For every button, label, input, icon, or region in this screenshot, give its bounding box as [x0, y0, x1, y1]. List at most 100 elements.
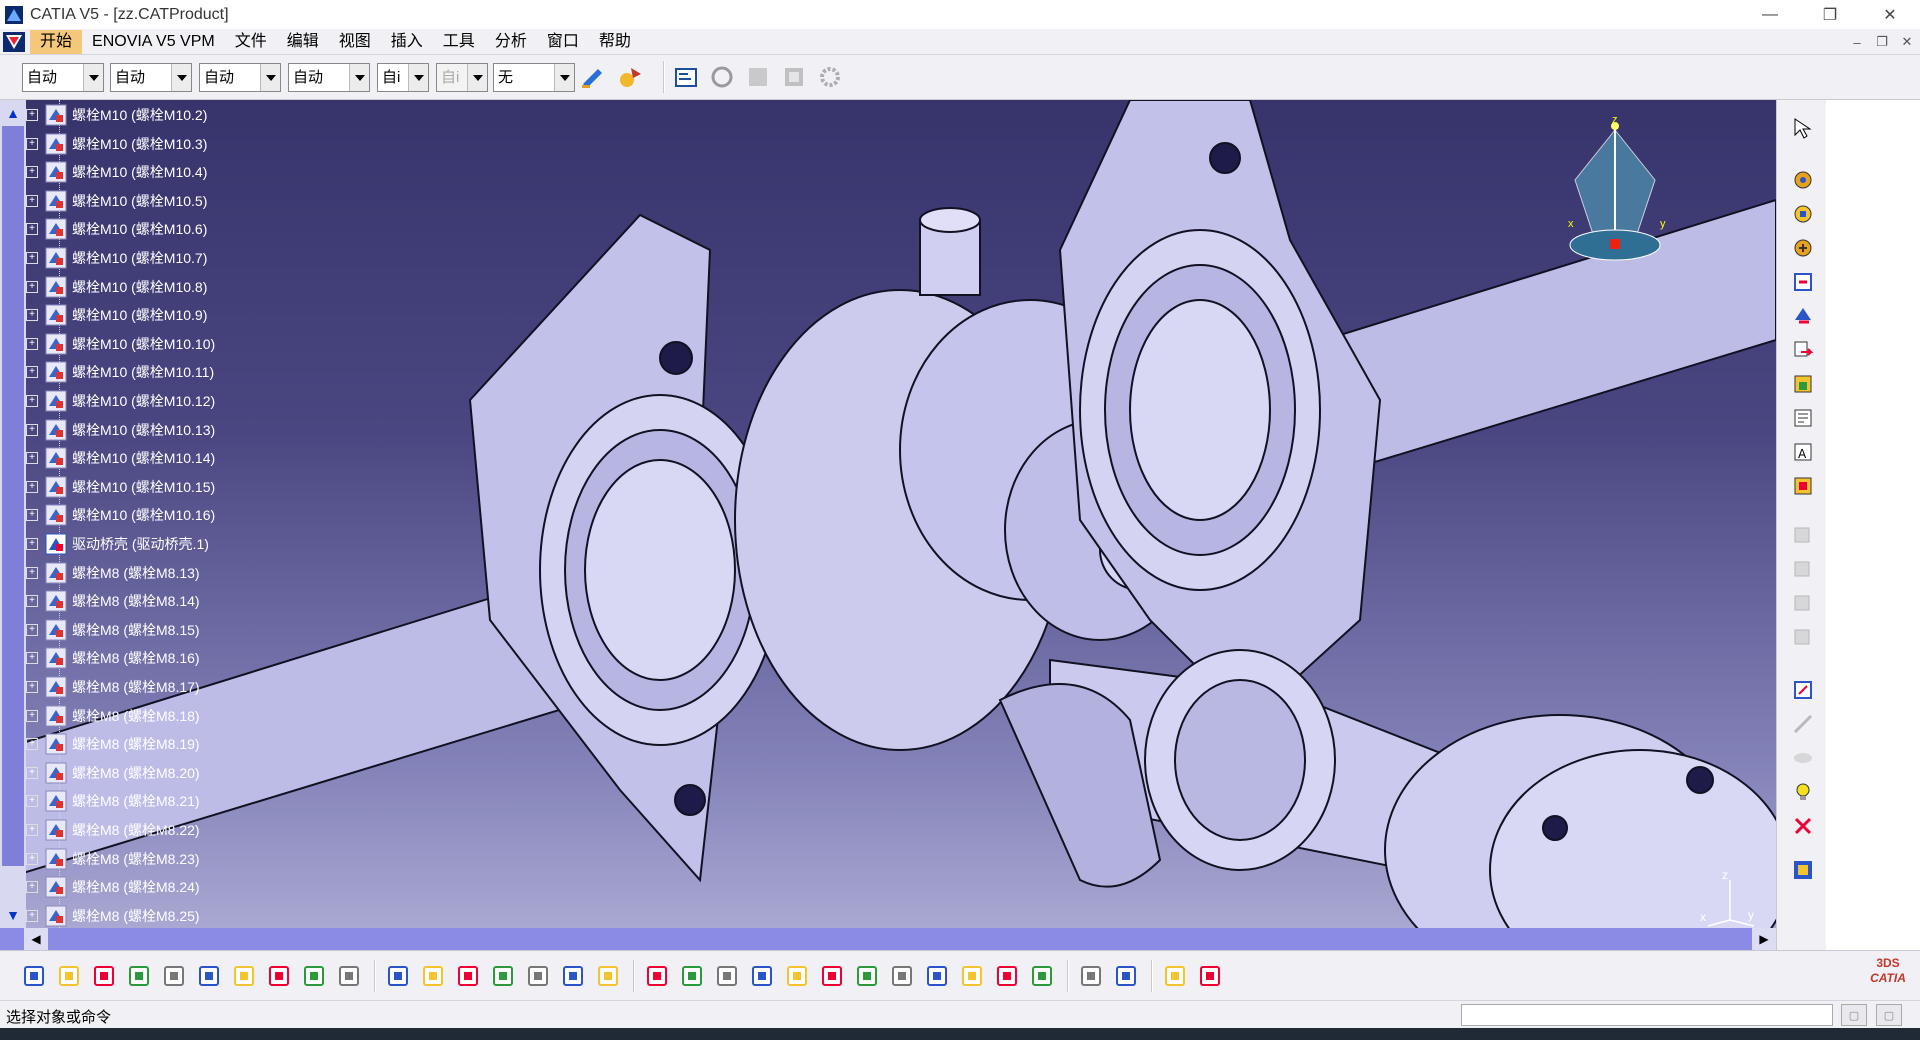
tree-item[interactable]: + 螺栓M10 (螺栓M10.6): [26, 215, 207, 243]
tree-item[interactable]: + 螺栓M8 (螺栓M8.13): [26, 559, 200, 587]
fill-color-combo[interactable]: 自动: [22, 63, 104, 92]
graph-tree-reordering-icon[interactable]: [1789, 370, 1817, 398]
existing-component-positioning-icon[interactable]: [1789, 200, 1817, 228]
tree-item[interactable]: + 螺栓M10 (螺栓M10.13): [26, 416, 215, 444]
iso-view-icon[interactable]: [923, 962, 951, 990]
part-icon[interactable]: [44, 132, 68, 156]
tree-item[interactable]: + 螺栓M10 (螺栓M10.11): [26, 358, 214, 386]
menu-start[interactable]: 开始: [30, 29, 83, 54]
chevron-down-icon[interactable]: [171, 64, 191, 91]
constraint-icon[interactable]: [1077, 962, 1105, 990]
expand-plus-icon[interactable]: +: [26, 652, 38, 665]
menu-analyze[interactable]: 分析: [485, 30, 537, 54]
zoom-out-icon[interactable]: [818, 962, 846, 990]
part-icon[interactable]: [44, 475, 68, 499]
expand-plus-icon[interactable]: +: [26, 909, 38, 922]
copy-icon[interactable]: [195, 962, 223, 990]
expand-plus-icon[interactable]: +: [26, 194, 38, 207]
stop-manipulate-icon[interactable]: [1789, 622, 1817, 650]
expand-plus-icon[interactable]: +: [26, 681, 38, 693]
part-icon[interactable]: [44, 303, 68, 327]
housing-part-icon[interactable]: [44, 532, 68, 556]
cut-icon[interactable]: [160, 962, 188, 990]
fly-mode-icon[interactable]: [643, 962, 671, 990]
expand-plus-icon[interactable]: +: [26, 566, 38, 579]
new-part-icon[interactable]: [1789, 302, 1817, 330]
command-apply-button[interactable]: ▢: [1841, 1004, 1867, 1026]
pan-icon[interactable]: [713, 962, 741, 990]
formula-icon[interactable]: [384, 962, 412, 990]
scroll-down-arrow-icon[interactable]: ▼: [0, 902, 26, 928]
manage-representations-icon[interactable]: [1789, 472, 1817, 500]
tree-item[interactable]: + 螺栓M8 (螺栓M8.15): [26, 616, 200, 644]
line-thickness-combo[interactable]: 自动: [199, 63, 281, 92]
expand-plus-icon[interactable]: +: [26, 166, 38, 179]
tree-item[interactable]: + 螺栓M10 (螺栓M10.2): [26, 101, 207, 129]
tree-item[interactable]: + 螺栓M8 (螺栓M8.14): [26, 587, 200, 615]
chevron-down-icon[interactable]: [554, 64, 574, 91]
part-icon[interactable]: [44, 246, 68, 270]
part-icon[interactable]: [44, 446, 68, 470]
expand-plus-icon[interactable]: +: [26, 137, 38, 150]
expand-plus-icon[interactable]: +: [26, 795, 38, 808]
rotate-icon[interactable]: [748, 962, 776, 990]
part-icon[interactable]: [44, 618, 68, 642]
expand-plus-icon[interactable]: +: [26, 623, 38, 636]
chevron-down-icon[interactable]: [83, 64, 103, 91]
new-product-icon[interactable]: [1789, 268, 1817, 296]
part-icon[interactable]: [44, 189, 68, 213]
open-icon[interactable]: [55, 962, 83, 990]
tree-item[interactable]: + 螺栓M8 (螺栓M8.19): [26, 730, 200, 758]
tree-item[interactable]: + 螺栓M8 (螺栓M8.24): [26, 873, 200, 901]
mdi-restore-button[interactable]: ❐: [1871, 32, 1893, 52]
tree-item[interactable]: + 螺栓M8 (螺栓M8.17): [26, 673, 200, 701]
tree-item[interactable]: + 螺栓M10 (螺栓M10.15): [26, 473, 215, 501]
expand-plus-icon[interactable]: +: [26, 366, 38, 379]
menu-tools[interactable]: 工具: [433, 30, 485, 54]
manipulation-icon[interactable]: [1789, 676, 1817, 704]
compass-widget[interactable]: [1560, 120, 1670, 270]
generate-numbering-icon[interactable]: [1789, 404, 1817, 432]
new-icon[interactable]: [20, 962, 48, 990]
existing-component-icon[interactable]: [1789, 166, 1817, 194]
catia-menu-logo-icon[interactable]: [2, 31, 26, 53]
expand-plus-icon[interactable]: +: [26, 509, 38, 522]
scrollbar-thumb[interactable]: [2, 126, 24, 866]
multi-view-icon[interactable]: [888, 962, 916, 990]
tree-item[interactable]: + 螺栓M8 (螺栓M8.25): [26, 902, 200, 930]
fit-all-icon[interactable]: [678, 962, 706, 990]
expand-plus-icon[interactable]: +: [26, 423, 38, 436]
part-icon[interactable]: [44, 761, 68, 785]
menu-help[interactable]: 帮助: [589, 30, 641, 54]
hide-show-icon[interactable]: [1789, 778, 1817, 806]
tree-item[interactable]: + 螺栓M10 (螺栓M10.3): [26, 130, 207, 158]
redo-icon[interactable]: [300, 962, 328, 990]
shading-icon[interactable]: [958, 962, 986, 990]
menu-edit[interactable]: 编辑: [277, 30, 329, 54]
menu-window[interactable]: 窗口: [537, 30, 589, 54]
tree-item[interactable]: + 螺栓M10 (螺栓M10.9): [26, 301, 207, 329]
expand-plus-icon[interactable]: +: [26, 852, 38, 865]
minimize-button[interactable]: —: [1740, 0, 1800, 29]
expand-plus-icon[interactable]: +: [26, 337, 38, 350]
part-icon[interactable]: [44, 503, 68, 527]
light-icon[interactable]: [454, 962, 482, 990]
part-icon[interactable]: [44, 675, 68, 699]
print-icon[interactable]: [125, 962, 153, 990]
comment-icon[interactable]: [419, 962, 447, 990]
gear-assembly-icon[interactable]: [816, 63, 844, 91]
command-input[interactable]: [1461, 1004, 1833, 1026]
manage-icon[interactable]: [744, 63, 772, 91]
catalog-icon[interactable]: [1789, 856, 1817, 884]
part-icon[interactable]: [44, 847, 68, 871]
part-icon[interactable]: [44, 275, 68, 299]
expand-plus-icon[interactable]: +: [26, 738, 38, 751]
scroll-left-arrow-icon[interactable]: ◀: [24, 928, 48, 950]
fast-multi-instantiation-icon[interactable]: [1789, 554, 1817, 582]
tree-item[interactable]: + 螺栓M10 (螺栓M10.16): [26, 501, 215, 529]
chevron-down-icon[interactable]: [349, 64, 369, 91]
part-icon[interactable]: [44, 875, 68, 899]
swap-visible-space-icon[interactable]: [1789, 812, 1817, 840]
part-icon[interactable]: [44, 561, 68, 585]
mdi-minimize-button[interactable]: –: [1846, 32, 1868, 52]
